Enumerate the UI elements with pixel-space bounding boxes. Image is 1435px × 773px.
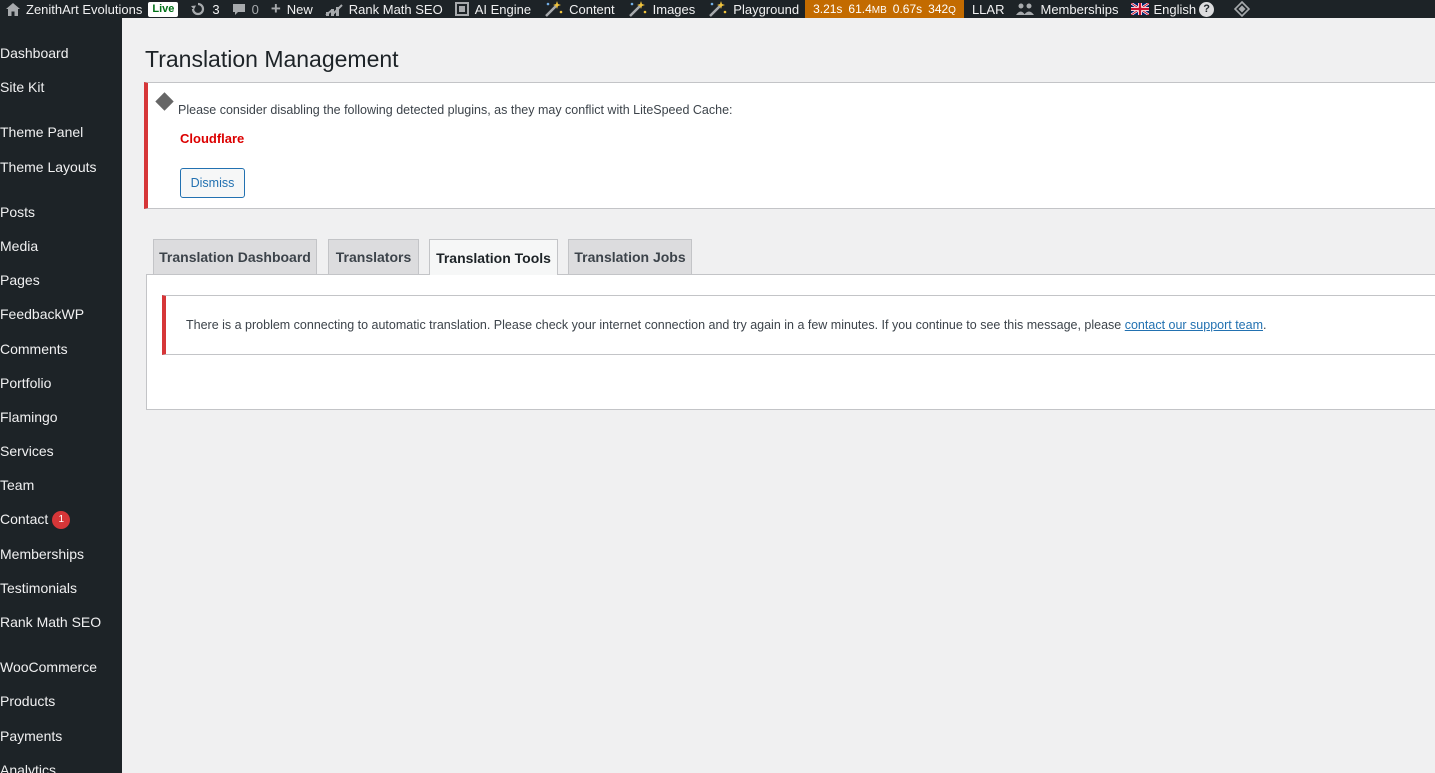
updates-menu[interactable]: 3 <box>184 0 225 18</box>
images-label: Images <box>652 1 696 17</box>
plugin-conflict-notice: Please consider disabling the following … <box>144 82 1435 209</box>
plus-icon: + <box>270 0 281 18</box>
content-label: Content <box>569 1 615 17</box>
contact-support-link[interactable]: contact our support team <box>1125 318 1263 332</box>
translation-error-notice: There is a problem connecting to automat… <box>162 295 1435 355</box>
comment-icon <box>232 3 246 16</box>
extra-menu[interactable] <box>1220 0 1262 18</box>
query-count: 342Q <box>928 2 956 16</box>
notice-text: Please consider disabling the following … <box>178 103 733 117</box>
sidebar-item-rank-math-seo[interactable]: Rank Math SEO <box>0 612 122 632</box>
sidebar-item-feedbackwp[interactable]: FeedbackWP <box>0 304 122 324</box>
sidebar-item-services[interactable]: Services <box>0 441 122 461</box>
tab-translators[interactable]: Translators <box>328 239 419 274</box>
updates-count: 3 <box>212 1 220 17</box>
language-switcher[interactable]: English ? <box>1125 0 1221 18</box>
query-time: 0.67s <box>892 2 923 16</box>
rank-math-label: Rank Math SEO <box>348 1 443 17</box>
admin-bar: ZenithArt Evolutions Live 3 0 + New Rank… <box>0 0 1435 18</box>
site-name-menu[interactable]: ZenithArt Evolutions Live <box>0 0 184 18</box>
rank-math-menu[interactable]: Rank Math SEO <box>319 0 449 18</box>
comments-count: 0 <box>251 1 259 17</box>
magic-wand-icon <box>543 1 563 17</box>
query-monitor-stats[interactable]: 3.21s 61.4MB 0.67s 342Q <box>805 0 964 18</box>
ai-engine-label: AI Engine <box>474 1 532 17</box>
llar-label: LLAR <box>971 1 1005 17</box>
sidebar-item-dashboard[interactable]: Dashboard <box>0 43 122 63</box>
sidebar-item-posts[interactable]: Posts <box>0 202 122 222</box>
sidebar-item-theme-layouts[interactable]: Theme Layouts <box>0 157 122 177</box>
sidebar-item-products[interactable]: Products <box>0 691 122 711</box>
sidebar-item-site-kit[interactable]: Site Kit <box>0 77 122 97</box>
sidebar-item-analytics[interactable]: Analytics <box>0 760 122 773</box>
error-message: There is a problem connecting to automat… <box>186 318 1267 332</box>
sidebar-item-media[interactable]: Media <box>0 236 122 256</box>
tab-translation-jobs[interactable]: Translation Jobs <box>568 239 692 274</box>
page-title: Translation Management <box>145 46 399 72</box>
diamond-icon <box>1234 1 1251 17</box>
contact-count-badge: 1 <box>52 511 71 530</box>
sidebar-item-testimonials[interactable]: Testimonials <box>0 578 122 598</box>
site-name: ZenithArt Evolutions <box>26 1 143 17</box>
ai-engine-menu[interactable]: AI Engine <box>449 0 537 18</box>
comments-menu[interactable]: 0 <box>226 0 265 18</box>
language-label: English <box>1153 1 1197 17</box>
tab-translation-tools[interactable]: Translation Tools <box>429 239 558 275</box>
new-label: New <box>286 1 313 17</box>
sidebar-item-flamingo[interactable]: Flamingo <box>0 407 122 427</box>
group-icon <box>1016 3 1035 16</box>
sidebar-item-memberships[interactable]: Memberships <box>0 544 122 564</box>
llar-menu[interactable]: LLAR <box>964 0 1011 18</box>
updates-icon <box>190 2 206 16</box>
sidebar-item-portfolio[interactable]: Portfolio <box>0 373 122 393</box>
dismiss-button[interactable]: Dismiss <box>180 168 245 198</box>
sidebar-item-payments[interactable]: Payments <box>0 726 122 746</box>
sidebar-item-pages[interactable]: Pages <box>0 270 122 290</box>
images-menu[interactable]: Images <box>621 0 702 18</box>
sidebar-item-theme-panel[interactable]: Theme Panel <box>0 122 122 142</box>
magic-wand-icon <box>707 1 727 17</box>
sidebar-item-team[interactable]: Team <box>0 475 122 495</box>
playground-menu[interactable]: Playground <box>701 0 805 18</box>
sidebar-item-contact[interactable]: Contact 1 <box>0 509 122 530</box>
help-icon[interactable]: ? <box>1199 1 1215 17</box>
new-content-menu[interactable]: + New <box>265 0 319 18</box>
conflicting-plugin-name: Cloudflare <box>180 131 245 146</box>
page-gen-time: 3.21s <box>813 2 843 16</box>
rank-math-icon <box>325 3 343 16</box>
sidebar-item-woocommerce[interactable]: WooCommerce <box>0 657 122 677</box>
home-icon <box>6 2 20 16</box>
live-badge: Live <box>148 1 179 17</box>
playground-label: Playground <box>733 1 800 17</box>
tab-translation-dashboard[interactable]: Translation Dashboard <box>153 239 317 274</box>
sidebar-item-comments[interactable]: Comments <box>0 339 122 359</box>
memberships-menu[interactable]: Memberships <box>1010 0 1124 18</box>
ai-engine-icon <box>454 2 469 16</box>
admin-sidebar: Dashboard Site Kit Theme Panel Theme Lay… <box>0 18 122 773</box>
uk-flag-icon <box>1129 2 1150 16</box>
memory-usage: 61.4MB <box>848 2 887 16</box>
memberships-label: Memberships <box>1040 1 1119 17</box>
magic-wand-icon <box>627 1 647 17</box>
litespeed-icon <box>155 92 174 111</box>
content-menu[interactable]: Content <box>537 0 621 18</box>
